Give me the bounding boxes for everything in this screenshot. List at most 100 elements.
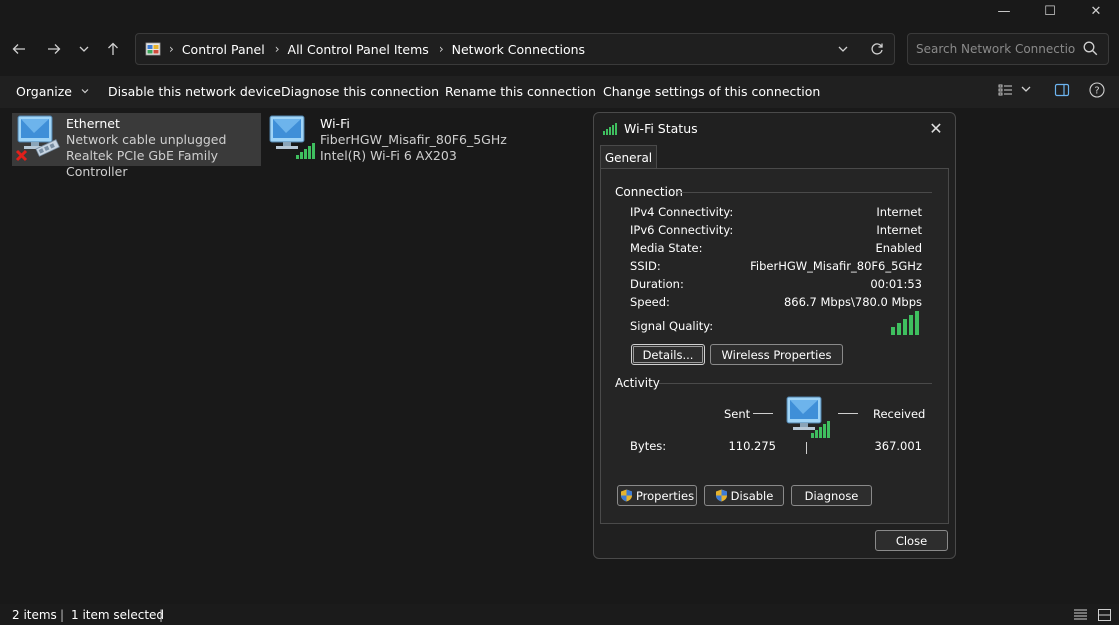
general-tab-panel: Connection IPv4 Connectivity: Internet I…: [600, 168, 949, 524]
forward-arrow-icon: [48, 44, 61, 54]
address-dropdown-button[interactable]: [826, 43, 860, 55]
address-bar[interactable]: › Control Panel › All Control Panel Item…: [135, 33, 895, 65]
wifi-connection-item[interactable]: Wi-Fi FiberHGW_Misafir_80F6_5GHz Intel(R…: [266, 113, 507, 166]
diagnose-connection-command[interactable]: Diagnose this connection: [281, 84, 439, 99]
window-controls: — ☐ ✕: [981, 0, 1119, 22]
bytes-label: Bytes:: [630, 439, 667, 453]
wifi-status-dialog: Wi-Fi Status ✕ General Connection IPv4 C…: [593, 112, 956, 559]
status-separator: |: [60, 608, 65, 622]
group-divider: [677, 192, 932, 193]
maximize-button[interactable]: ☐: [1027, 0, 1073, 22]
connection-status: Network cable unplugged: [66, 132, 227, 147]
details-view-button[interactable]: [1074, 609, 1087, 624]
organize-label: Organize: [16, 84, 72, 99]
properties-button[interactable]: Properties: [617, 485, 697, 506]
disable-button-label: Disable: [730, 488, 774, 503]
chevron-down-icon: [1021, 86, 1031, 92]
preview-pane-button[interactable]: [1054, 82, 1070, 102]
signal-icon: [603, 123, 617, 135]
preview-pane-icon: [1054, 83, 1070, 97]
connection-name: Wi-Fi: [320, 116, 350, 131]
control-panel-icon: [145, 41, 161, 57]
tiles-view-icon: [1098, 609, 1111, 621]
dialog-close-icon[interactable]: ✕: [925, 117, 947, 139]
sent-line: [753, 413, 773, 414]
rename-connection-command[interactable]: Rename this connection: [445, 84, 596, 99]
breadcrumb-separator[interactable]: ›: [439, 42, 444, 56]
dialog-title: Wi-Fi Status: [624, 121, 698, 136]
network-activity-icon: [786, 396, 830, 438]
chevron-down-icon: [79, 46, 89, 52]
help-button[interactable]: ?: [1089, 82, 1105, 102]
navigation-bar: › Control Panel › All Control Panel Item…: [0, 31, 1119, 67]
activity-group-heading: Activity: [615, 376, 660, 390]
command-bar: Organize Disable this network device Dia…: [0, 76, 1119, 108]
ssid-label: SSID:: [630, 259, 661, 273]
large-icons-view-button[interactable]: [1098, 609, 1111, 624]
media-state-label: Media State:: [630, 241, 703, 255]
signal-quality-icon: [891, 311, 919, 335]
up-arrow-icon: [108, 42, 118, 55]
uac-shield-icon: [715, 489, 727, 502]
group-divider: [659, 383, 932, 384]
help-icon: ?: [1089, 82, 1105, 98]
disable-button[interactable]: Disable: [704, 485, 784, 506]
connection-device: Realtek PCIe GbE Family Controller: [66, 148, 219, 179]
close-window-button[interactable]: ✕: [1073, 0, 1119, 22]
wifi-adapter-icon: [266, 113, 320, 166]
back-button[interactable]: [7, 39, 31, 59]
connection-group-heading: Connection: [615, 185, 683, 199]
speed-value: 866.7 Mbps\780.0 Mbps: [783, 295, 922, 309]
signal-quality-label: Signal Quality:: [630, 319, 714, 333]
refresh-button[interactable]: [860, 42, 894, 56]
breadcrumb-separator: ›: [169, 42, 174, 56]
details-button[interactable]: Details...: [631, 344, 705, 365]
change-settings-command[interactable]: Change settings of this connection: [603, 84, 820, 99]
bytes-sent-value: 110.275: [728, 439, 776, 453]
ipv4-label: IPv4 Connectivity:: [630, 205, 734, 219]
recent-locations-button[interactable]: [72, 39, 96, 59]
chevron-down-icon: [81, 89, 89, 94]
bytes-received-value: 367.001: [874, 439, 922, 453]
close-button[interactable]: Close: [875, 530, 948, 551]
breadcrumb-control-panel[interactable]: Control Panel: [182, 42, 265, 57]
received-line: [838, 413, 858, 414]
view-options-button[interactable]: [998, 82, 1014, 102]
search-icon[interactable]: [1083, 41, 1098, 59]
ipv6-value: Internet: [876, 223, 922, 237]
status-separator: |: [159, 608, 164, 622]
uac-shield-icon: [620, 489, 632, 502]
connection-status: FiberHGW_Misafir_80F6_5GHz: [320, 132, 507, 147]
search-box[interactable]: [907, 33, 1109, 65]
item-count: 2 items: [12, 608, 57, 622]
wireless-properties-button[interactable]: Wireless Properties: [710, 344, 843, 365]
disable-device-command[interactable]: Disable this network device: [108, 84, 281, 99]
diagnose-button[interactable]: Diagnose: [791, 485, 872, 506]
sent-label: Sent: [724, 407, 751, 421]
status-bar: 2 items | 1 item selected |: [0, 604, 1119, 625]
breadcrumb-separator[interactable]: ›: [275, 42, 280, 56]
organize-menu[interactable]: Organize: [16, 84, 90, 99]
properties-button-label: Properties: [635, 488, 695, 503]
breadcrumb-all-items[interactable]: All Control Panel Items: [288, 42, 429, 57]
connection-name: Ethernet: [66, 116, 120, 131]
breadcrumb-network-connections[interactable]: Network Connections: [452, 42, 585, 57]
ethernet-connection-item[interactable]: Ethernet Network cable unplugged Realtek…: [12, 113, 261, 179]
minimize-button[interactable]: —: [981, 0, 1027, 22]
selection-count: 1 item selected: [71, 608, 165, 622]
duration-value: 00:01:53: [870, 277, 922, 291]
speed-label: Speed:: [630, 295, 670, 309]
ethernet-adapter-icon: [12, 113, 66, 166]
connection-device: Intel(R) Wi-Fi 6 AX203: [320, 148, 457, 163]
forward-button[interactable]: [42, 39, 66, 59]
media-state-value: Enabled: [875, 241, 922, 255]
ipv6-label: IPv6 Connectivity:: [630, 223, 734, 237]
search-input[interactable]: [916, 42, 1076, 56]
chevron-down-icon: [838, 46, 848, 52]
view-dropdown-button[interactable]: [1020, 83, 1032, 99]
up-button[interactable]: [101, 39, 125, 59]
view-list-icon: [998, 84, 1012, 96]
details-view-icon: [1074, 609, 1087, 620]
svg-text:?: ?: [1094, 86, 1099, 97]
tab-general[interactable]: General: [600, 145, 657, 169]
